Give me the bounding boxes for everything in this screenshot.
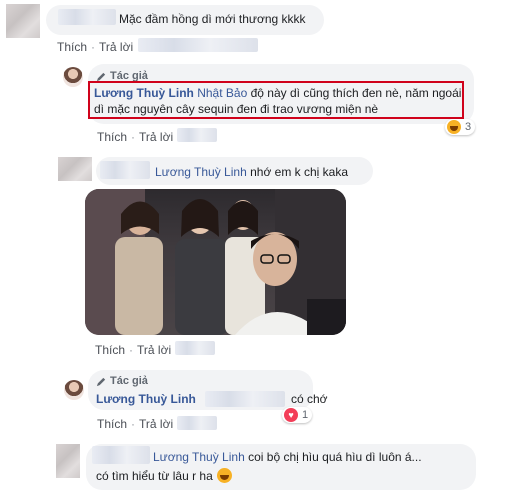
reaction-pill[interactable]: 3 [445,119,476,135]
reply-text-line2: có tìm hiểu từ lâu r ha [96,468,213,483]
haha-emoji-icon [447,120,461,134]
commenter-name-blurred[interactable] [92,446,150,464]
laughing-emoji-icon [216,468,232,483]
reply-actions: Thích·Trả lời· [97,130,185,144]
reply-text-line1: coi bộ chị hìu quá hìu dì luôn á... [248,450,422,464]
like-link[interactable]: Thích [97,417,127,431]
avatar[interactable] [58,157,92,181]
mention-blurred [205,391,285,407]
reply-content: Lương Thuỳ Linh [96,392,196,406]
reply-actions: Thích·Trả lời· [97,417,185,431]
comment-actions: Thích·Trả lời· [57,40,145,54]
author-badge-label: Tác giả [110,375,148,387]
reply-link[interactable]: Trả lời [139,417,173,431]
reply-link[interactable]: Trả lời [137,343,171,357]
reply-content: Lương Thuỳ Linh coi bộ chị hìu quá hìu d… [153,450,422,464]
like-link[interactable]: Thích [57,40,87,54]
avatar[interactable] [56,444,80,478]
reply-content: Lương Thuỳ Linh Nhật Bảo độ này dì cũng … [94,85,462,117]
like-link[interactable]: Thích [97,130,127,144]
pen-icon [96,72,106,81]
separator: · [131,417,136,431]
author-badge: Tác giả [96,375,148,387]
reply-text-line2-row: có tìm hiểu từ lâu r ha [96,468,232,483]
reply-text: có chớ [291,392,328,406]
comment-text: Mặc đầm hồng dì mới thương kkkk [119,12,306,26]
author-name[interactable]: Lương Thuỳ Linh [96,392,196,406]
mention-link[interactable]: Lương Thuỳ Linh [153,450,245,464]
mention-link[interactable]: Nhật Bảo [197,86,247,100]
reply-link[interactable]: Trả lời [99,40,133,54]
attached-photo[interactable] [85,189,346,335]
commenter-name-blurred[interactable] [100,161,150,179]
selfie-photo-image [85,189,346,335]
separator: · [91,40,96,54]
timestamp-blurred [177,128,217,142]
reply-text: nhớ em k chị kaka [250,165,349,179]
reply-actions: Thích·Trả lời· [95,343,183,357]
reaction-pill[interactable]: ♥ 1 [282,407,313,423]
author-name[interactable]: Lương Thuỳ Linh [94,86,194,100]
timestamp-blurred [177,416,217,430]
heart-icon: ♥ [284,408,298,422]
reply-link[interactable]: Trả lời [139,130,173,144]
mention-link[interactable]: Lương Thuỳ Linh [155,165,247,179]
avatar[interactable] [6,4,40,38]
separator: · [129,343,134,357]
reaction-count: 3 [465,121,472,133]
timestamp-blurred [175,341,215,355]
timestamp-blurred [138,38,258,52]
like-link[interactable]: Thích [95,343,125,357]
reply-content: Lương Thuỳ Linh nhớ em k chị kaka [155,165,348,179]
avatar[interactable] [63,67,83,87]
avatar[interactable] [64,380,84,400]
commenter-name-blurred[interactable] [58,9,116,25]
separator: · [131,130,136,144]
reaction-count: 1 [302,409,309,421]
pen-icon [96,377,106,386]
